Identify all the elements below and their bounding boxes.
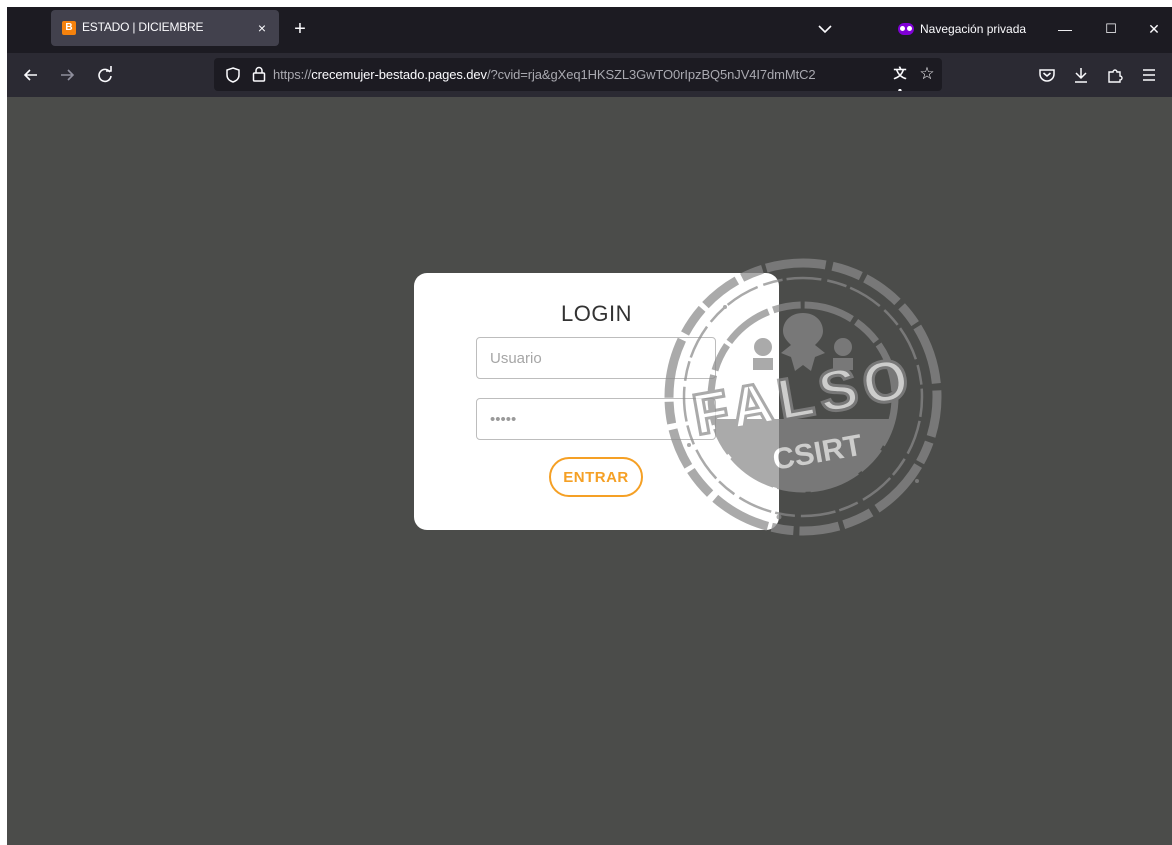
application-menu-button[interactable] [1135,61,1163,89]
download-icon [1075,68,1087,83]
navigation-toolbar: https://crecemujer-bestado.pages.dev/?cv… [7,53,1172,97]
puzzle-piece-icon [1108,69,1123,83]
pocket-button[interactable] [1033,61,1061,89]
private-mask-icon [898,23,914,35]
url-scheme: https:// [273,67,312,82]
arrow-left-icon [23,69,37,81]
list-all-tabs-button[interactable] [813,17,837,41]
new-tab-button[interactable]: + [288,17,312,41]
forward-button[interactable] [53,61,81,89]
tab-active[interactable]: B ESTADO | DICIEMBRE × [51,10,279,46]
url-path: /?cvid=rja&gXeq1HKSZL3GwTO0rIpzBQ5nJV4I7… [486,67,816,82]
login-card: LOGIN ENTRAR [414,273,779,530]
stamp-org: CSIRT [770,429,864,477]
page-content: LOGIN ENTRAR FALSO CSIRT [7,97,1172,845]
username-input[interactable] [476,337,716,379]
url-host: crecemujer-bestado.pages.dev [311,67,487,82]
tab-favicon-icon: B [62,21,76,35]
private-browsing-label: Navegación privada [920,22,1027,36]
close-window-button[interactable]: ✕ [1139,15,1169,43]
reload-button[interactable] [91,61,119,89]
arrow-right-icon [61,69,75,81]
coat-of-arms-icon [781,313,825,371]
tracking-protection-shield-icon[interactable] [224,66,242,84]
browser-window: B ESTADO | DICIEMBRE × + Navegación priv… [7,7,1172,845]
chevron-down-icon [818,25,832,34]
url-text[interactable]: https://crecemujer-bestado.pages.dev/?cv… [273,67,877,82]
reload-icon [98,66,112,83]
password-input[interactable] [476,398,716,440]
pocket-icon [1039,69,1055,82]
bookmark-star-icon[interactable]: ☆ [916,63,938,85]
lock-icon[interactable] [250,65,268,83]
address-bar[interactable]: https://crecemujer-bestado.pages.dev/?cv… [214,58,942,91]
back-button[interactable] [17,61,45,89]
extensions-button[interactable] [1101,61,1129,89]
login-title: LOGIN [561,301,632,326]
downloads-button[interactable] [1067,61,1095,89]
entrar-button[interactable]: ENTRAR [549,457,643,497]
tab-strip: B ESTADO | DICIEMBRE × + Navegación priv… [7,7,1172,53]
minimize-button[interactable]: — [1050,15,1080,43]
tab-close-button[interactable]: × [251,17,273,39]
hamburger-menu-icon [1143,69,1155,81]
translate-icon[interactable]: 文A [890,64,910,91]
maximize-button[interactable]: ☐ [1096,15,1126,43]
private-browsing-indicator: Navegación privada [898,19,1026,39]
tab-title: ESTADO | DICIEMBRE [82,20,204,34]
